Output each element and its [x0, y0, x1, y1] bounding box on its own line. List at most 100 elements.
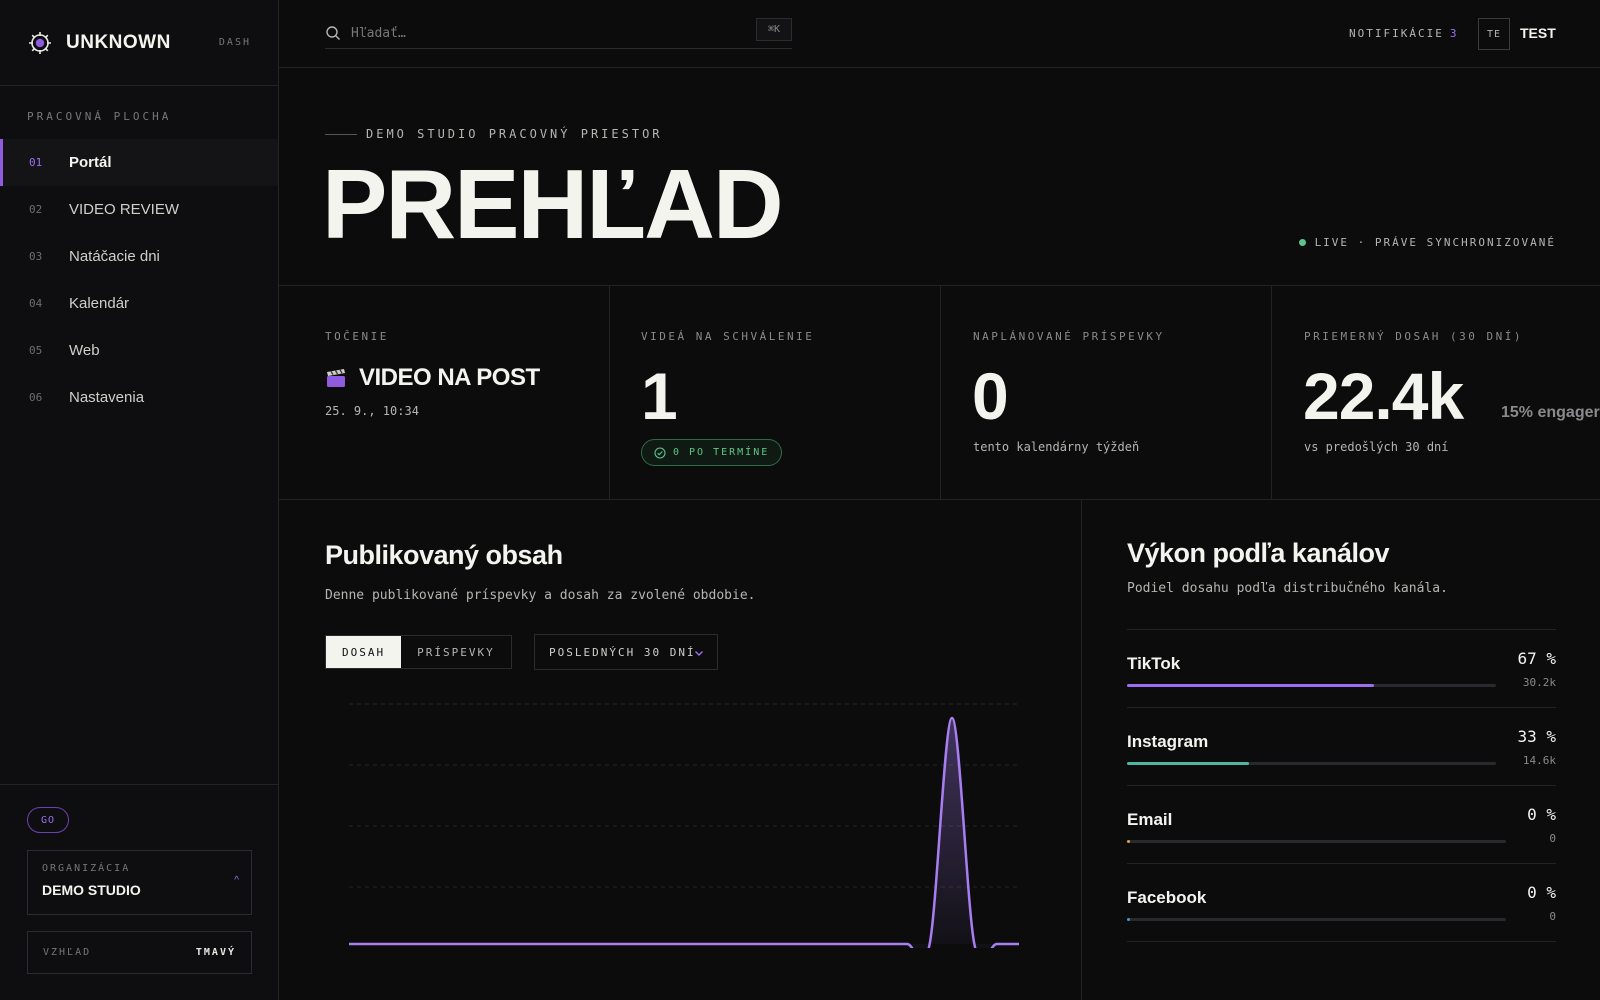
nav-number: 06: [29, 391, 43, 404]
notifications-label: NOTIFIKÁCIE: [1349, 27, 1444, 40]
tab-reach[interactable]: DOSAH: [326, 636, 402, 668]
appearance-value: TMAVÝ: [195, 947, 236, 958]
channel-bar-track: [1127, 918, 1506, 921]
overdue-text: 0 PO TERMÍNE: [673, 447, 770, 458]
topbar: ⌘K NOTIFIKÁCIE 3 TE TEST: [279, 0, 1600, 68]
page-title: PREHĽAD: [322, 149, 784, 259]
chart-area-fill: [349, 718, 1019, 961]
channel-bar-track: [1127, 840, 1506, 843]
clapperboard-icon: [325, 367, 347, 389]
metric-toggle: DOSAH PRÍSPEVKY: [325, 635, 512, 669]
tab-posts[interactable]: PRÍSPEVKY: [401, 636, 511, 668]
sidebar-footer: GO ORGANIZÁCIA DEMO STUDIO ^ VZHĽAD TMAV…: [0, 784, 278, 1000]
go-badge[interactable]: GO: [27, 807, 69, 833]
published-content-panel: Publikovaný obsah Denne publikované prís…: [279, 500, 1082, 1000]
stat-label: PRIEMERNÝ DOSAH (30 DNÍ): [1304, 330, 1523, 343]
channel-bar-track: [1127, 762, 1496, 765]
channel-bar-fill: [1127, 918, 1130, 921]
nav-label: Web: [69, 342, 100, 359]
stat-label: VIDEÁ NA SCHVÁLENIE: [641, 330, 815, 343]
sidebar-item-settings[interactable]: 06 Nastavenia: [0, 374, 278, 421]
channel-name: Instagram: [1127, 732, 1209, 751]
channel-count: 14.6k: [1522, 754, 1556, 767]
shooting-title-text: VIDEO NA POST: [359, 364, 540, 391]
section-title: Publikovaný obsah: [325, 540, 563, 570]
area-chart-svg: [348, 703, 1019, 962]
period-select[interactable]: POSLEDNÝCH 30 DNÍ: [534, 634, 718, 670]
workspace-section-label: PRACOVNÁ PLOCHA: [27, 110, 172, 123]
period-value: POSLEDNÝCH 30 DNÍ: [549, 645, 696, 659]
eyebrow-text: DEMO STUDIO PRACOVNÝ PRIESTOR: [366, 127, 663, 141]
sidebar-item-web[interactable]: 05 Web: [0, 327, 278, 374]
channel-count: 30.2k: [1522, 676, 1556, 689]
stats-row: TOČENIE VIDEO NA POST 25. 9., 10:34 VIDE…: [279, 286, 1600, 500]
stat-sub: vs predošlých 30 dní: [1304, 440, 1449, 454]
nav-label: Nastavenia: [69, 389, 145, 406]
stat-value: 22.4k: [1303, 359, 1464, 433]
overdue-badge: 0 PO TERMÍNE: [641, 439, 783, 466]
sidebar-item-portal[interactable]: 01 Portál: [0, 139, 278, 186]
chevron-down-icon: [693, 647, 705, 659]
nav-label: Portál: [69, 154, 112, 171]
channel-bar-fill: [1127, 840, 1130, 843]
sidebar-item-calendar[interactable]: 04 Kalendár: [0, 280, 278, 327]
shooting-date: 25. 9., 10:34: [325, 404, 419, 418]
search-bar: ⌘K: [325, 18, 792, 49]
chart-series-line: [348, 716, 1019, 962]
channel-list: TikTok 67 % 30.2k Instagram 33 % 14.6k E…: [1127, 629, 1556, 942]
nav-label: VIDEO REVIEW: [69, 201, 180, 218]
channel-row-tiktok[interactable]: TikTok 67 % 30.2k: [1127, 630, 1556, 708]
live-dot-icon: [1298, 239, 1306, 246]
organization-name: DEMO STUDIO: [42, 882, 141, 898]
section-subtitle: Podiel dosahu podľa distribučného kanála…: [1127, 581, 1448, 596]
check-circle-icon: [654, 446, 666, 459]
nav-number: 04: [29, 297, 43, 310]
nav-number: 03: [29, 250, 43, 263]
shortcut-hint: ⌘K: [756, 18, 792, 41]
channel-bar-track: [1127, 684, 1496, 687]
stat-videos-approval[interactable]: VIDEÁ NA SCHVÁLENIE 1 0 PO TERMÍNE: [610, 286, 941, 500]
channel-name: TikTok: [1127, 654, 1181, 673]
nav-label: Natáčacie dni: [69, 248, 160, 265]
stat-average-reach[interactable]: PRIEMERNÝ DOSAH (30 DNÍ) 22.4k 15% engag…: [1272, 286, 1600, 500]
sidebar-nav: 01 Portál 02 VIDEO REVIEW 03 Natáčacie d…: [0, 139, 278, 421]
appearance-label: VZHĽAD: [43, 947, 92, 958]
avatar[interactable]: TE: [1478, 18, 1510, 50]
stat-scheduled-posts[interactable]: NAPLÁNOVANÉ PRÍSPEVKY 0 tento kalendárny…: [941, 286, 1272, 500]
channel-row-instagram[interactable]: Instagram 33 % 14.6k: [1127, 708, 1556, 786]
brand: UNKNOWN DASH: [0, 0, 278, 86]
sidebar: UNKNOWN DASH PRACOVNÁ PLOCHA 01 Portál 0…: [0, 0, 279, 1000]
stat-shooting[interactable]: TOČENIE VIDEO NA POST 25. 9., 10:34: [279, 286, 610, 500]
stat-label: NAPLÁNOVANÉ PRÍSPEVKY: [973, 330, 1165, 343]
channel-performance-panel: Výkon podľa kanálov Podiel dosahu podľa …: [1082, 500, 1600, 1000]
notifications-button[interactable]: NOTIFIKÁCIE 3: [1349, 27, 1458, 40]
shooting-title: VIDEO NA POST: [325, 364, 540, 392]
channel-bar-fill: [1127, 684, 1375, 687]
stat-sub: tento kalendárny týždeň: [973, 440, 1140, 454]
channel-name: Email: [1127, 810, 1173, 829]
channel-name: Facebook: [1127, 888, 1207, 907]
published-chart: [348, 698, 1019, 962]
channel-row-facebook[interactable]: Facebook 0 % 0: [1127, 864, 1556, 942]
channel-count: 0: [1549, 910, 1556, 923]
appearance-toggle[interactable]: VZHĽAD TMAVÝ: [27, 931, 252, 974]
section-subtitle: Denne publikované príspevky a dosah za z…: [325, 588, 756, 603]
sidebar-item-shooting-days[interactable]: 03 Natáčacie dni: [0, 233, 278, 280]
search-input[interactable]: [351, 25, 731, 41]
brand-tag: DASH: [218, 37, 251, 48]
brand-name: UNKNOWN: [66, 31, 171, 53]
live-status-text: LIVE · PRÁVE SYNCHRONIZOVANÉ: [1314, 236, 1556, 249]
stat-value: 1: [641, 359, 678, 433]
stat-label: TOČENIE: [325, 330, 389, 343]
channel-bar-fill: [1127, 762, 1249, 765]
user-name[interactable]: TEST: [1520, 25, 1556, 41]
channel-percent: 0 %: [1527, 883, 1556, 902]
nav-label: Kalendár: [69, 295, 130, 312]
channel-row-email[interactable]: Email 0 % 0: [1127, 786, 1556, 864]
eyebrow-divider: [325, 133, 357, 135]
notifications-count: 3: [1449, 27, 1459, 40]
organization-switcher[interactable]: ORGANIZÁCIA DEMO STUDIO ^: [27, 850, 252, 915]
stat-value: 0: [972, 359, 1009, 433]
sidebar-item-video-review[interactable]: 02 VIDEO REVIEW: [0, 186, 278, 233]
nav-number: 01: [29, 156, 43, 169]
